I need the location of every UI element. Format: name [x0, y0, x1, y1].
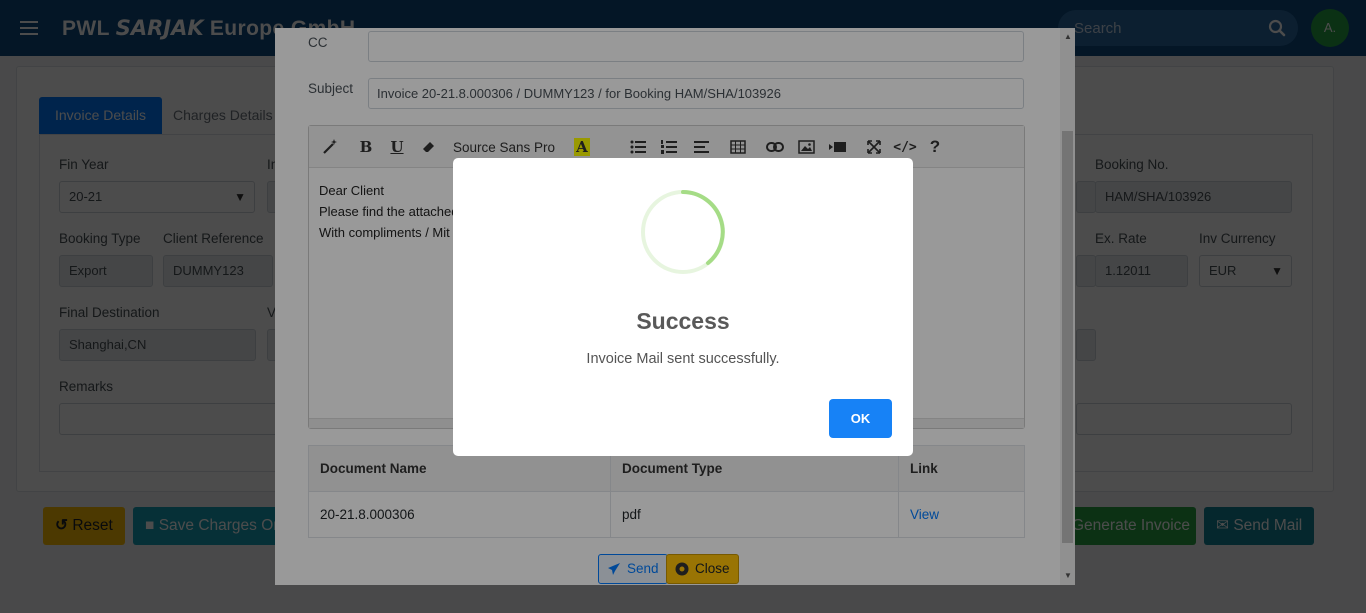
alert-message: Invoice Mail sent successfully. — [586, 351, 780, 367]
success-alert: Success Invoice Mail sent successfully. … — [453, 158, 913, 456]
alert-title: Success — [636, 308, 730, 334]
ok-button[interactable]: OK — [829, 399, 892, 438]
success-loader-icon — [639, 188, 727, 276]
